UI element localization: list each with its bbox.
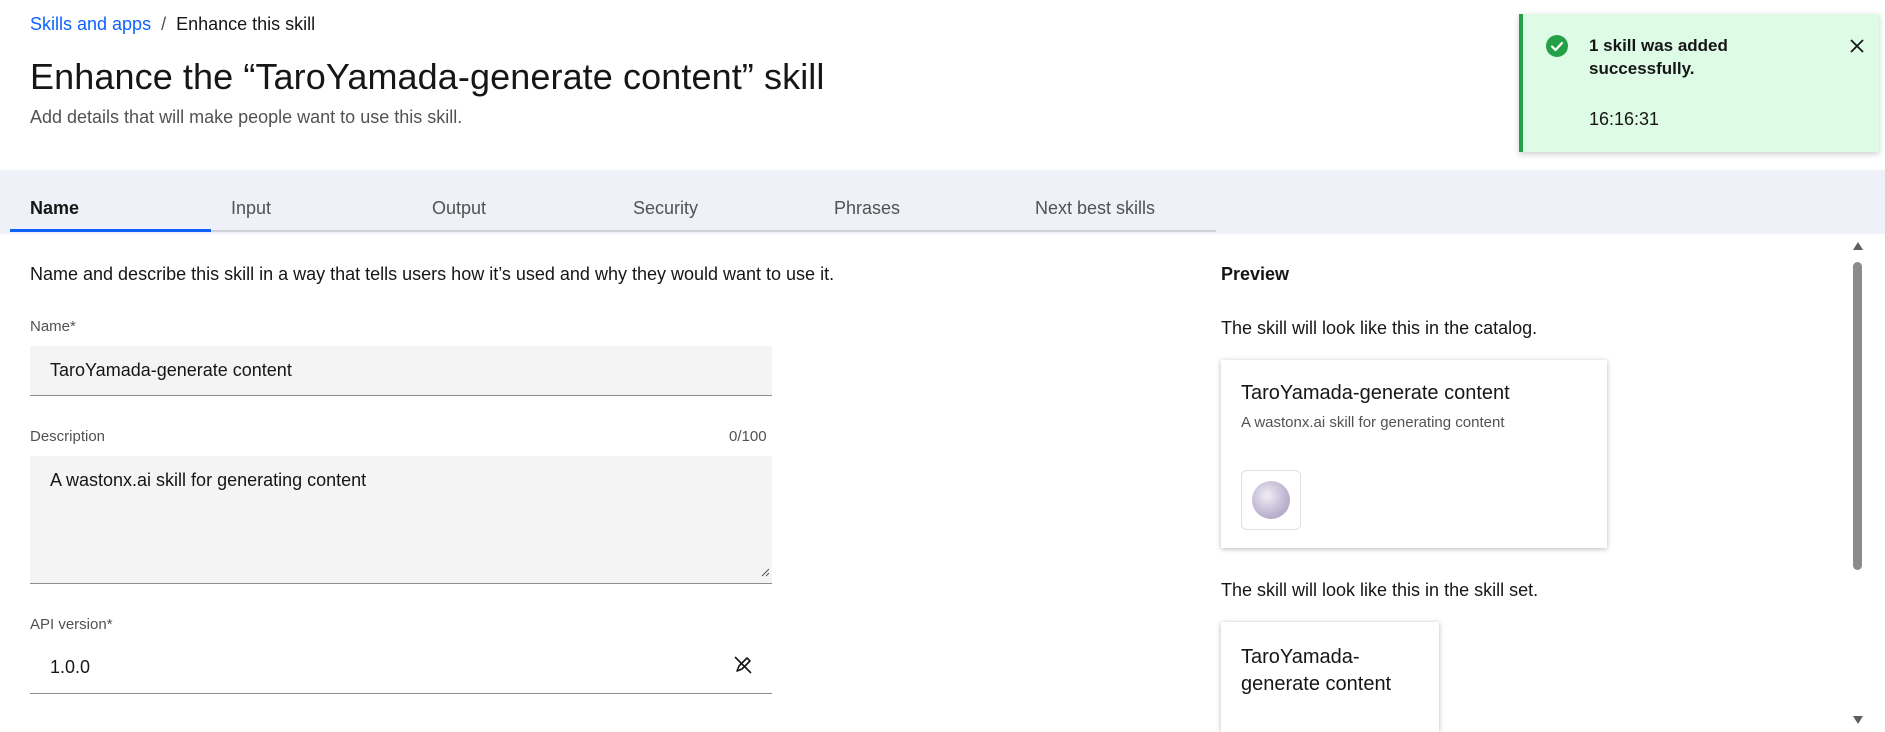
tab-list: Name Input Output Security Phrases Next …	[10, 182, 1216, 232]
tab-output[interactable]: Output	[412, 182, 613, 232]
api-version-label: API version*	[30, 616, 113, 633]
breadcrumb-separator: /	[161, 14, 167, 34]
close-icon	[1850, 39, 1864, 53]
catalog-card-title: TaroYamada-generate content	[1241, 382, 1510, 404]
scroll-thumb[interactable]	[1853, 262, 1862, 570]
catalog-preview-caption: The skill will look like this in the cat…	[1221, 318, 1538, 338]
name-input[interactable]	[30, 346, 772, 396]
form-intro: Name and describe this skill in a way th…	[30, 264, 835, 284]
resize-grip-icon[interactable]	[760, 567, 770, 577]
preview-title: Preview	[1221, 264, 1290, 284]
checkmark-filled-icon	[1546, 35, 1568, 57]
breadcrumb-link-skills-and-apps[interactable]: Skills and apps	[30, 14, 151, 35]
description-textarea[interactable]: A wastonx.ai skill for generating conten…	[30, 456, 772, 584]
description-label: Description	[30, 428, 106, 445]
page-subtitle: Add details that will make people want t…	[30, 107, 463, 127]
description-counter: 0/100	[729, 428, 767, 445]
scroll-up-arrow-icon[interactable]	[1853, 242, 1863, 250]
skillset-preview-caption: The skill will look like this in the ski…	[1221, 580, 1539, 600]
skill-logo-icon	[1252, 481, 1290, 519]
tab-phrases[interactable]: Phrases	[814, 182, 1015, 232]
edit-off-icon[interactable]	[732, 654, 754, 676]
skill-avatar	[1241, 470, 1301, 530]
scroll-down-arrow-icon[interactable]	[1853, 716, 1863, 724]
toast-close-button[interactable]	[1845, 34, 1869, 58]
tab-security[interactable]: Security	[613, 182, 814, 232]
tab-next-best-skills[interactable]: Next best skills	[1015, 182, 1216, 232]
success-toast: 1 skill was added successfully. 16:16:31	[1519, 14, 1879, 152]
tab-name[interactable]: Name	[10, 182, 211, 232]
breadcrumb-current: Enhance this skill	[176, 14, 316, 34]
toast-title: 1 skill was added successfully.	[1589, 36, 1728, 78]
tab-input[interactable]: Input	[211, 182, 412, 232]
catalog-preview-card: TaroYamada-generate content A wastonx.ai…	[1221, 360, 1607, 548]
content-scrollbar[interactable]	[1850, 234, 1865, 724]
skillset-preview-card: TaroYamada-generate content	[1221, 622, 1439, 732]
breadcrumb: Skills and apps / Enhance this skill	[30, 14, 315, 35]
name-tab-panel: Name and describe this skill in a way th…	[10, 234, 1865, 732]
skillset-card-title: TaroYamada-generate content	[1241, 646, 1392, 695]
toast-timestamp: 16:16:31	[1589, 109, 1660, 129]
api-version-input[interactable]	[30, 642, 772, 694]
name-label: Name*	[30, 318, 76, 335]
catalog-card-description: A wastonx.ai skill for generating conten…	[1241, 414, 1505, 431]
page-title: Enhance the “TaroYamada-generate content…	[30, 56, 825, 97]
